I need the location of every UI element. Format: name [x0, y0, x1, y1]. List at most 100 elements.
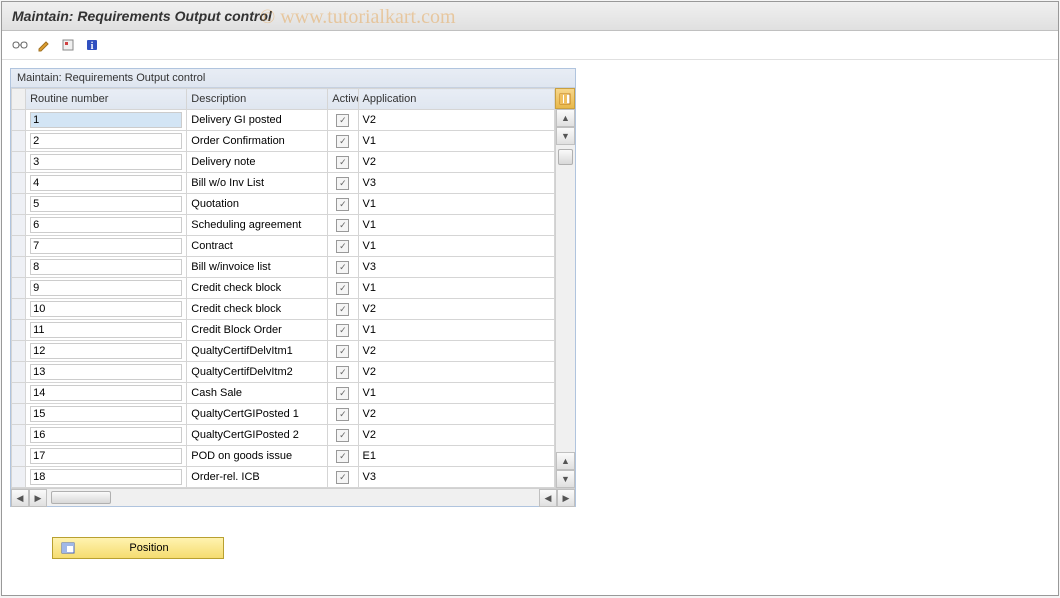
table-row[interactable]: QualtyCertifDelvItm2✓V2 [12, 362, 555, 383]
row-selector[interactable] [12, 236, 26, 257]
table-row[interactable]: Credit Block Order✓V1 [12, 320, 555, 341]
routine-input[interactable] [30, 301, 182, 317]
active-checkbox[interactable]: ✓ [336, 156, 349, 169]
active-checkbox[interactable]: ✓ [336, 471, 349, 484]
routine-cell[interactable] [26, 278, 187, 299]
routine-cell[interactable] [26, 152, 187, 173]
table-row[interactable]: Order Confirmation✓V1 [12, 131, 555, 152]
row-selector[interactable] [12, 278, 26, 299]
routine-input[interactable] [30, 259, 182, 275]
row-selector[interactable] [12, 194, 26, 215]
routine-cell[interactable] [26, 362, 187, 383]
table-row[interactable]: QualtyCertGIPosted 1✓V2 [12, 404, 555, 425]
info-button[interactable]: i [82, 35, 102, 55]
active-checkbox[interactable]: ✓ [336, 114, 349, 127]
routine-input[interactable] [30, 322, 182, 338]
table-row[interactable]: Scheduling agreement✓V1 [12, 215, 555, 236]
scroll-left-page-button[interactable]: ◀ [539, 489, 557, 507]
active-cell[interactable]: ✓ [328, 173, 358, 194]
table-row[interactable]: Contract✓V1 [12, 236, 555, 257]
row-selector[interactable] [12, 341, 26, 362]
active-cell[interactable]: ✓ [328, 236, 358, 257]
routine-cell[interactable] [26, 467, 187, 488]
change-button[interactable] [34, 35, 54, 55]
active-checkbox[interactable]: ✓ [336, 198, 349, 211]
row-selector[interactable] [12, 131, 26, 152]
routine-cell[interactable] [26, 215, 187, 236]
routine-cell[interactable] [26, 404, 187, 425]
col-routine-header[interactable]: Routine number [26, 89, 187, 110]
table-row[interactable]: Bill w/invoice list✓V3 [12, 257, 555, 278]
routine-cell[interactable] [26, 446, 187, 467]
routine-cell[interactable] [26, 131, 187, 152]
active-cell[interactable]: ✓ [328, 404, 358, 425]
active-cell[interactable]: ✓ [328, 341, 358, 362]
active-checkbox[interactable]: ✓ [336, 387, 349, 400]
active-cell[interactable]: ✓ [328, 446, 358, 467]
table-row[interactable]: Bill w/o Inv List✓V3 [12, 173, 555, 194]
scroll-right-button[interactable]: ▶ [557, 489, 575, 507]
scroll-track-vertical[interactable] [556, 145, 575, 452]
active-checkbox[interactable]: ✓ [336, 240, 349, 253]
routine-input[interactable] [30, 217, 182, 233]
active-checkbox[interactable]: ✓ [336, 282, 349, 295]
row-selector[interactable] [12, 446, 26, 467]
scroll-right-step-button[interactable]: ▶ [29, 489, 47, 507]
configure-columns-button[interactable] [555, 88, 575, 109]
table-row[interactable]: Order-rel. ICB✓V3 [12, 467, 555, 488]
routine-cell[interactable] [26, 299, 187, 320]
routine-cell[interactable] [26, 194, 187, 215]
row-selector[interactable] [12, 383, 26, 404]
table-row[interactable]: Credit check block✓V2 [12, 299, 555, 320]
active-cell[interactable]: ✓ [328, 152, 358, 173]
horizontal-scrollbar[interactable]: ◀ ▶ ◀ ▶ [11, 488, 575, 506]
active-checkbox[interactable]: ✓ [336, 177, 349, 190]
row-selector[interactable] [12, 404, 26, 425]
scroll-down-step-button[interactable]: ▼ [556, 127, 575, 145]
routine-input[interactable] [30, 154, 182, 170]
new-entries-button[interactable] [58, 35, 78, 55]
routine-input[interactable] [30, 427, 182, 443]
active-checkbox[interactable]: ✓ [336, 135, 349, 148]
vertical-scrollbar[interactable]: ▲ ▼ ▲ ▼ [555, 109, 575, 488]
routine-cell[interactable] [26, 425, 187, 446]
routine-input[interactable] [30, 343, 182, 359]
table-row[interactable]: Delivery GI posted✓V2 [12, 110, 555, 131]
row-selector[interactable] [12, 299, 26, 320]
active-cell[interactable]: ✓ [328, 278, 358, 299]
active-cell[interactable]: ✓ [328, 131, 358, 152]
routine-cell[interactable] [26, 257, 187, 278]
active-checkbox[interactable]: ✓ [336, 345, 349, 358]
routine-input[interactable] [30, 364, 182, 380]
active-cell[interactable]: ✓ [328, 299, 358, 320]
active-cell[interactable]: ✓ [328, 425, 358, 446]
other-view-button[interactable] [10, 35, 30, 55]
active-cell[interactable]: ✓ [328, 194, 358, 215]
row-selector[interactable] [12, 425, 26, 446]
scroll-down-button[interactable]: ▼ [556, 470, 575, 488]
col-application-header[interactable]: Application [358, 89, 554, 110]
routine-input[interactable] [30, 175, 182, 191]
position-button[interactable]: Position [52, 537, 224, 559]
routine-input[interactable] [30, 280, 182, 296]
table-row[interactable]: Cash Sale✓V1 [12, 383, 555, 404]
active-checkbox[interactable]: ✓ [336, 219, 349, 232]
active-checkbox[interactable]: ✓ [336, 324, 349, 337]
scroll-thumb-vertical[interactable] [558, 149, 573, 165]
active-checkbox[interactable]: ✓ [336, 450, 349, 463]
table-row[interactable]: Quotation✓V1 [12, 194, 555, 215]
scroll-up-page-button[interactable]: ▲ [556, 452, 575, 470]
active-checkbox[interactable]: ✓ [336, 303, 349, 316]
active-checkbox[interactable]: ✓ [336, 366, 349, 379]
table-row[interactable]: QualtyCertifDelvItm1✓V2 [12, 341, 555, 362]
routine-cell[interactable] [26, 383, 187, 404]
routine-cell[interactable] [26, 236, 187, 257]
active-cell[interactable]: ✓ [328, 257, 358, 278]
routine-cell[interactable] [26, 110, 187, 131]
routine-input[interactable] [30, 385, 182, 401]
row-selector[interactable] [12, 173, 26, 194]
col-active-header[interactable]: Active [328, 89, 358, 110]
table-row[interactable]: Credit check block✓V1 [12, 278, 555, 299]
row-selector[interactable] [12, 215, 26, 236]
table-row[interactable]: POD on goods issue✓E1 [12, 446, 555, 467]
